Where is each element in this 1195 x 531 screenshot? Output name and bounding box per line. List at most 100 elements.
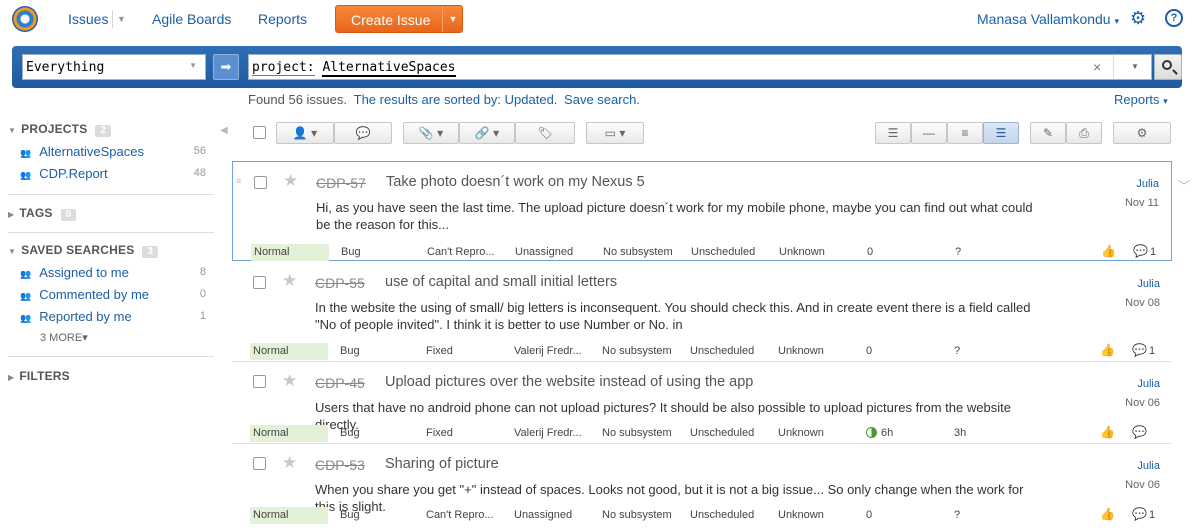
create-issue-button[interactable]: Create Issue ▼ [335, 5, 463, 33]
issue-id[interactable]: CDP-53 [315, 457, 365, 473]
assignee-field[interactable]: Valerij Fredr... [514, 345, 582, 357]
priority-field[interactable]: Normal [251, 244, 329, 261]
star-icon[interactable]: ★ [282, 271, 297, 291]
subsystem-field[interactable]: No subsystem [603, 246, 673, 258]
nav-agile-boards[interactable]: Agile Boards [152, 11, 231, 27]
estimate-field[interactable]: ? [955, 246, 961, 258]
state-field[interactable]: Can't Repro... [427, 246, 495, 258]
type-field[interactable]: Bug [340, 345, 360, 357]
collapse-sidebar-icon[interactable]: ◀ [220, 125, 228, 136]
select-all-checkbox[interactable] [253, 126, 266, 139]
saved-searches-header[interactable]: ▼ SAVED SEARCHES 3 [8, 243, 159, 258]
assign-user-button[interactable]: 👤 ▾ [276, 122, 334, 144]
state-field[interactable]: Fixed [426, 345, 453, 357]
print-button[interactable]: ⎙ [1066, 122, 1102, 144]
sidebar-item-reported-by-me[interactable]: 👥 Reported by me 1 [20, 309, 208, 324]
view-list-detailed-button[interactable]: ☰ [875, 122, 911, 144]
list-settings-button[interactable]: ⚙ [1113, 122, 1171, 144]
nav-issues[interactable]: Issues [68, 11, 108, 27]
priority-field[interactable]: Normal [250, 507, 328, 524]
issue-id[interactable]: CDP-57 [316, 175, 366, 191]
sidebar-item-commented-by-me[interactable]: 👥 Commented by me 0 [20, 287, 208, 302]
state-field[interactable]: Can't Repro... [426, 509, 494, 521]
tag-button[interactable]: 🏷 [515, 122, 575, 144]
severity-field[interactable]: Unknown [778, 509, 824, 521]
issue-assignee-short[interactable]: Julia [1137, 460, 1160, 472]
comments-icon[interactable]: 💬 1 [1132, 343, 1155, 357]
estimate-field[interactable]: ? [954, 509, 960, 521]
spent-time-field[interactable]: 0 [867, 246, 873, 258]
assignee-field[interactable]: Unassigned [515, 246, 573, 258]
vote-thumb-icon[interactable]: 👍 [1100, 343, 1115, 357]
command-button[interactable]: ▭ ▾ [586, 122, 644, 144]
issue-checkbox[interactable] [253, 375, 266, 388]
edit-pencil-button[interactable]: ✎ [1030, 122, 1066, 144]
type-field[interactable]: Bug [340, 509, 360, 521]
view-list-full-button[interactable]: ☰ [983, 122, 1019, 144]
link-issue-button[interactable]: 🔗 ▾ [459, 122, 515, 144]
more-saved-searches-link[interactable]: 3 MORE▾ [40, 331, 88, 344]
star-icon[interactable]: ★ [282, 453, 297, 473]
state-field[interactable]: Fixed [426, 427, 453, 439]
save-search-link[interactable]: Save search. [564, 92, 640, 107]
sidebar-item-assigned-to-me[interactable]: 👥 Assigned to me 8 [20, 265, 208, 280]
star-icon[interactable]: ★ [282, 371, 297, 391]
type-field[interactable]: Bug [340, 427, 360, 439]
issues-caret-icon[interactable]: ▼ [112, 10, 126, 28]
issue-row[interactable]: ★ CDP-45 Upload pictures over the websit… [232, 362, 1172, 444]
issue-summary[interactable]: Take photo doesn´t work on my Nexus 5 [386, 174, 645, 190]
subsystem-field[interactable]: No subsystem [602, 427, 672, 439]
issue-summary[interactable]: Upload pictures over the website instead… [385, 374, 753, 390]
search-history-dropdown-icon[interactable]: ▼ [1131, 62, 1139, 71]
issue-checkbox[interactable] [254, 176, 267, 189]
fix-version-field[interactable]: Unscheduled [690, 427, 754, 439]
issue-row[interactable]: ★ CDP-55 use of capital and small initia… [232, 262, 1172, 362]
nav-reports[interactable]: Reports [258, 11, 307, 27]
issue-assignee-short[interactable]: Julia [1137, 378, 1160, 390]
comment-button[interactable]: 💬 [334, 122, 392, 144]
context-arrow-button[interactable]: ➡ [213, 54, 239, 80]
fix-version-field[interactable]: Unscheduled [691, 246, 755, 258]
drag-handle-icon[interactable]: ≡ [236, 176, 241, 186]
estimate-field[interactable]: 3h [954, 427, 966, 439]
issue-row[interactable]: ≡ ★ CDP-57 Take photo doesn´t work on my… [232, 161, 1172, 261]
search-context-select[interactable]: Everything ▼ [22, 54, 206, 80]
issue-id[interactable]: CDP-45 [315, 375, 365, 391]
spent-time-field[interactable]: 0 [866, 345, 872, 357]
subsystem-field[interactable]: No subsystem [602, 345, 672, 357]
vote-thumb-icon[interactable]: 👍 [1100, 425, 1115, 439]
severity-field[interactable]: Unknown [779, 246, 825, 258]
subsystem-field[interactable]: No subsystem [602, 509, 672, 521]
clear-search-icon[interactable]: × [1093, 59, 1101, 75]
filters-header[interactable]: ▶ FILTERS [8, 369, 70, 383]
spent-time-field[interactable]: 6h [866, 427, 893, 439]
assignee-field[interactable]: Valerij Fredr... [514, 427, 582, 439]
issue-checkbox[interactable] [253, 276, 266, 289]
issue-id[interactable]: CDP-55 [315, 275, 365, 291]
search-input[interactable]: project: AlternativeSpaces × ▼ [248, 54, 1152, 80]
vote-thumb-icon[interactable]: 👍 [1101, 244, 1116, 258]
star-icon[interactable]: ★ [283, 171, 298, 191]
user-menu[interactable]: Manasa Vallamkondu ▾ [977, 11, 1119, 27]
priority-field[interactable]: Normal [250, 425, 328, 442]
attach-file-button[interactable]: 📎 ▾ [403, 122, 459, 144]
issue-summary[interactable]: use of capital and small initial letters [385, 274, 617, 290]
help-icon[interactable]: ? [1165, 9, 1183, 27]
type-field[interactable]: Bug [341, 246, 361, 258]
sorted-by-link[interactable]: The results are sorted by: Updated. [354, 92, 558, 107]
issue-summary[interactable]: Sharing of picture [385, 456, 499, 472]
issue-assignee-short[interactable]: Julia [1136, 178, 1159, 190]
sidebar-item-alternativespaces[interactable]: 👥 AlternativeSpaces 56 [20, 144, 208, 159]
sidebar-item-cdp-report[interactable]: 👥 CDP.Report 48 [20, 166, 208, 181]
expand-chevron-icon[interactable]: ﹀ [1178, 177, 1190, 194]
priority-field[interactable]: Normal [250, 343, 328, 360]
view-list-compact-button[interactable]: — [911, 122, 947, 144]
spent-time-field[interactable]: 0 [866, 509, 872, 521]
create-issue-dropdown-icon[interactable]: ▼ [442, 6, 463, 32]
tags-header[interactable]: ▶ TAGS 0 [8, 206, 77, 221]
comments-icon[interactable]: 💬 [1132, 425, 1147, 439]
search-button[interactable] [1154, 54, 1182, 80]
view-list-medium-button[interactable]: ≡ [947, 122, 983, 144]
comments-icon[interactable]: 💬 1 [1132, 507, 1155, 521]
projects-header[interactable]: ▼ PROJECTS 2 [8, 122, 112, 137]
